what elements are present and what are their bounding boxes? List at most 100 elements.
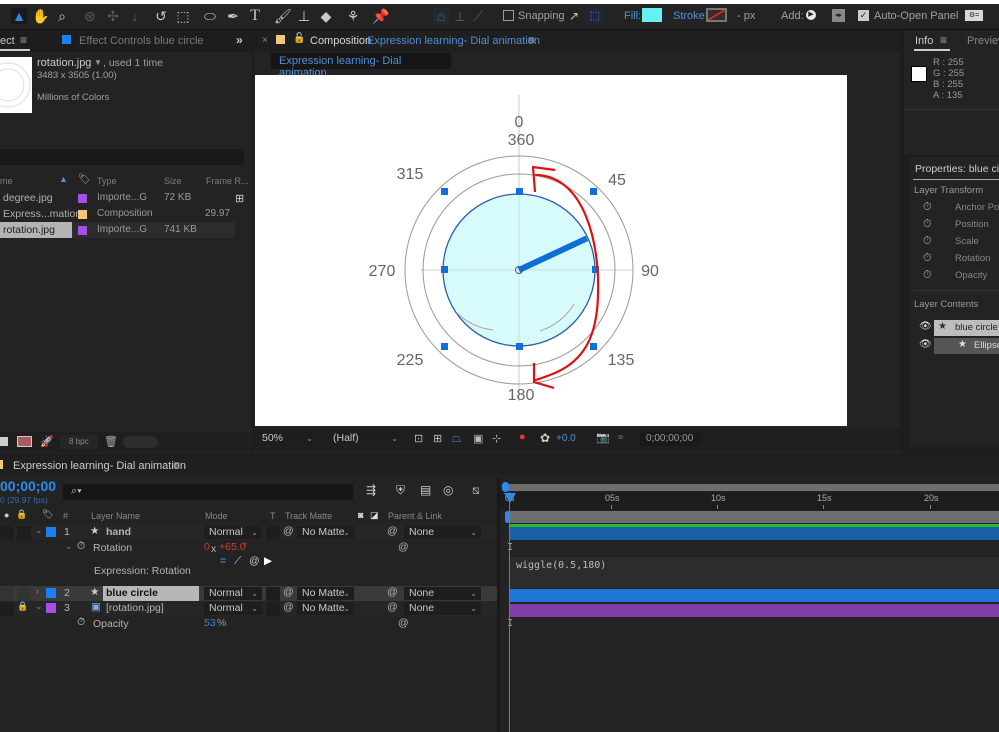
transparency-grid-icon[interactable]: ⊞	[433, 432, 442, 445]
layer-color[interactable]	[46, 588, 56, 598]
layer-color[interactable]	[46, 527, 56, 537]
orbit-camera-icon[interactable]: ⊛	[82, 8, 98, 24]
new-folder-icon[interactable]	[0, 437, 8, 446]
label-column-icon[interactable]: 🏷	[42, 509, 53, 520]
roto-brush-icon[interactable]: ⚘	[345, 8, 361, 24]
opacity-value[interactable]: 53	[204, 617, 216, 629]
col-track-matte[interactable]: Track Matte	[285, 511, 332, 521]
video-toggle[interactable]	[0, 602, 14, 616]
eraser-tool-icon[interactable]: ◆	[318, 8, 334, 24]
frame-blending-icon[interactable]: ▤	[420, 483, 431, 497]
pickwhip-icon[interactable]: @	[398, 541, 409, 553]
stopwatch-icon[interactable]: ⏱	[77, 540, 85, 553]
matte-pickwhip-icon[interactable]: @	[283, 586, 294, 598]
tab-effect-controls[interactable]: Effect Controls blue circle	[79, 35, 204, 47]
resolution-dropdown[interactable]: (Half) ⌄	[328, 432, 402, 445]
video-toggle-icon[interactable]: ●	[4, 510, 9, 520]
color-channels-icon[interactable]: ●	[519, 431, 526, 443]
region-of-interest-icon[interactable]: ▣	[473, 432, 483, 445]
panel-layout-icon[interactable]: ⚙=	[965, 10, 983, 21]
stopwatch-icon[interactable]: ⏱	[923, 269, 932, 282]
mask-visibility-icon[interactable]: ⏢	[452, 431, 462, 446]
project-item[interactable]: Express...mation Composition 29.97	[0, 206, 250, 222]
layer-bar-blue-circle[interactable]	[510, 589, 999, 602]
selection-tool-icon[interactable]: ▲	[11, 8, 27, 24]
project-item-selected[interactable]: rotation.jpg Importe...G 741 KB	[0, 222, 235, 238]
contents-item-blue-circle[interactable]: ★ blue circle	[934, 320, 999, 336]
expression-graph-icon[interactable]: ⟋	[234, 555, 241, 568]
composition-flowchart-icon[interactable]: ⇶	[366, 483, 376, 497]
show-snapshot-icon[interactable]: ⚭	[616, 431, 625, 444]
lock-column-icon[interactable]: 🔒	[16, 509, 27, 520]
matte-pickwhip-icon[interactable]: @	[283, 525, 294, 537]
lock-toggle[interactable]	[17, 587, 31, 601]
stopwatch-icon[interactable]: ⏱	[923, 201, 932, 214]
navigator-handle[interactable]	[502, 482, 509, 492]
collapse-chevron-icon[interactable]: ⌄	[35, 601, 43, 612]
item-label-color[interactable]	[78, 226, 87, 235]
comp-breadcrumb[interactable]: Expression learning- Dial animation	[271, 53, 451, 79]
rotation-turns[interactable]: 0	[204, 541, 210, 553]
layer-color[interactable]	[46, 603, 56, 613]
ellipse-tool-icon[interactable]: ⬭	[202, 8, 218, 24]
property-row-rotation[interactable]: ⌄ ⏱ Rotation 0 x +65.0 ° @	[0, 540, 500, 556]
layer-row-hand[interactable]: ⌄ 1 ★ hand Normal ⌄ @ No Matte ⌄ @ None ⌄	[0, 525, 500, 540]
layer-bar-hand[interactable]	[510, 527, 999, 540]
parent-pickwhip-icon[interactable]: @	[387, 525, 398, 537]
layer-lock-icon[interactable]: 🔒	[17, 601, 28, 612]
brush-tool-icon[interactable]: 🖌	[274, 8, 292, 24]
info-menu-icon[interactable]: ≡	[940, 33, 947, 47]
enable-expression-icon[interactable]: =	[220, 555, 226, 567]
expression-field[interactable]: wiggle(0.5,180)	[510, 556, 999, 588]
lock-toggle[interactable]	[17, 526, 31, 540]
clone-stamp-icon[interactable]: ⊥	[296, 8, 312, 24]
lock-icon[interactable]: 🔓	[293, 33, 305, 44]
bpc-button[interactable]: 8 bpc	[60, 435, 98, 449]
parent-dropdown[interactable]: None ⌄	[404, 587, 481, 600]
pan-behind-icon[interactable]: ⬚	[175, 8, 191, 24]
expand-chevron-icon[interactable]: ›	[36, 586, 39, 596]
hand-tool-icon[interactable]: ✋	[32, 8, 49, 24]
tab-info[interactable]: Info	[915, 35, 933, 47]
stopwatch-icon[interactable]: ⏱	[923, 235, 932, 248]
close-tab-icon[interactable]: ×	[262, 35, 268, 46]
stroke-width[interactable]: - px	[737, 10, 755, 22]
video-toggle[interactable]	[0, 526, 14, 540]
item-label-color[interactable]	[78, 210, 87, 219]
layer-bar-rotation-jpg[interactable]	[510, 604, 999, 617]
video-toggle[interactable]	[0, 587, 14, 601]
project-item[interactable]: degree.jpg Importe...G 72 KB ⊞	[0, 190, 250, 206]
parent-dropdown[interactable]: None ⌄	[404, 602, 481, 615]
matte-toggle-icon[interactable]: ◙	[358, 510, 363, 520]
mode-dropdown[interactable]: Normal ⌄	[204, 602, 262, 615]
timeline-comp-name[interactable]: Expression learning- Dial animation	[13, 460, 186, 472]
matte-pickwhip-icon[interactable]: @	[283, 601, 294, 613]
rotation-tool-icon[interactable]: ↺	[153, 8, 169, 24]
pan-camera-icon[interactable]: ✣	[105, 8, 121, 24]
stopwatch-icon[interactable]: ⏱	[77, 616, 85, 629]
add-button-icon[interactable]: ▶	[806, 10, 816, 20]
dolly-camera-icon[interactable]: ↓	[127, 8, 143, 24]
expression-pickwhip-icon[interactable]: @	[249, 555, 260, 567]
work-area-navigator[interactable]	[504, 484, 999, 491]
track-matte-dropdown[interactable]: No Matte ⌄	[297, 587, 354, 600]
item-label-color[interactable]	[78, 194, 87, 203]
playhead-handle[interactable]	[504, 493, 516, 503]
track-matte-dropdown[interactable]: No Matte ⌄	[297, 602, 354, 615]
view-axis-icon[interactable]: ⟋	[470, 8, 486, 24]
new-composition-icon[interactable]	[17, 436, 32, 447]
mode-dropdown[interactable]: Normal ⌄	[204, 587, 262, 600]
auto-open-checkbox[interactable]: ✓	[858, 10, 869, 21]
col-type[interactable]: Type	[97, 176, 117, 186]
draft-3d-icon[interactable]: ⛨	[396, 483, 405, 498]
label-tag-icon[interactable]: 🏷	[78, 174, 91, 185]
viewer-timecode[interactable]: 0;00;00;00	[640, 432, 700, 446]
col-size[interactable]: Size	[164, 176, 182, 186]
fill-swatch[interactable]	[642, 8, 662, 22]
zoom-dropdown[interactable]: 50% ⌄	[257, 432, 317, 445]
rotation-degrees[interactable]: +65.0	[219, 541, 246, 553]
snap-grid-icon[interactable]: ⬚	[587, 8, 603, 24]
project-menu-icon[interactable]: ≡	[20, 33, 27, 47]
col-frame-rate[interactable]: Frame R...	[206, 176, 249, 186]
visibility-eye-icon[interactable]: 👁	[919, 339, 932, 350]
